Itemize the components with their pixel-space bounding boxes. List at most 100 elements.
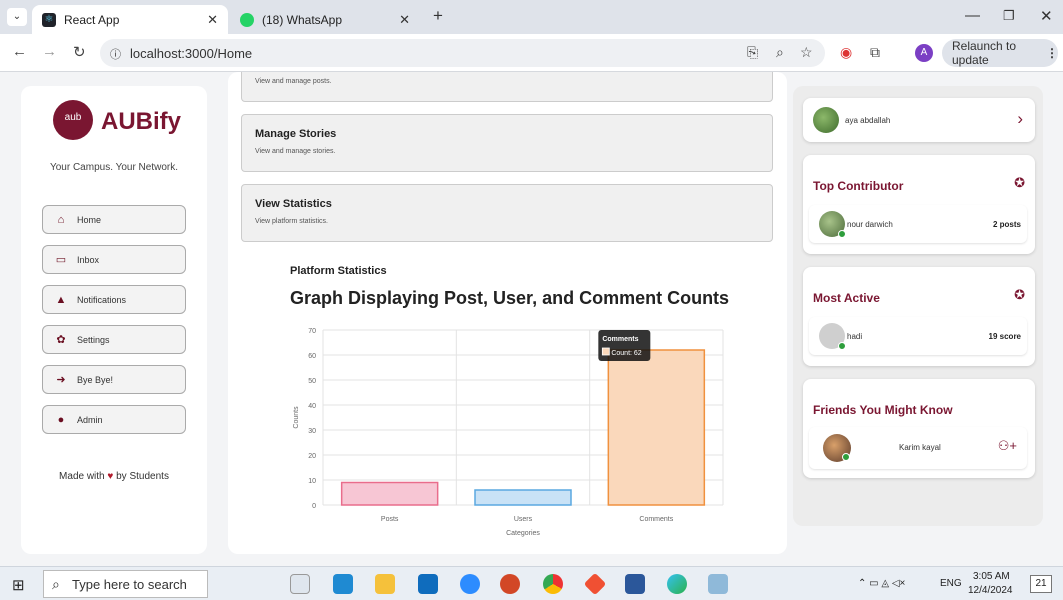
sidebar-item-admin[interactable]: ● Admin <box>42 405 186 434</box>
admin-icon: ● <box>57 413 65 426</box>
y-tick-label: 50 <box>308 378 316 385</box>
back-icon[interactable]: ← <box>12 43 27 60</box>
y-axis-label: Counts <box>293 406 300 429</box>
manage-stories-card[interactable]: Manage Stories View and manage stories. <box>241 114 773 172</box>
list-item[interactable]: hadi 19 score <box>809 317 1027 355</box>
close-tab-icon[interactable]: ✕ <box>399 12 410 28</box>
right-sidebar: aya abdallah › Top Contributor ✪ nour da… <box>793 86 1043 526</box>
zoom-icon[interactable] <box>460 574 480 594</box>
extension-color-icon[interactable]: ◉ <box>840 44 852 61</box>
active-user-name: hadi <box>847 332 863 341</box>
word-icon[interactable] <box>625 574 645 594</box>
gear-icon: ✿ <box>56 334 66 346</box>
tooltip-swatch <box>601 347 610 356</box>
clock-date[interactable]: 12/4/2024 <box>968 585 1013 596</box>
search-icon: ⌕ <box>52 576 60 592</box>
current-user-card[interactable]: aya abdallah › <box>803 98 1035 142</box>
sidebar-item-label: Notifications <box>77 294 127 305</box>
brand-name: AUBify <box>101 108 182 135</box>
close-tab-icon[interactable]: ✕ <box>207 12 218 28</box>
avatar <box>813 107 839 133</box>
online-indicator <box>838 230 846 238</box>
bar-users <box>474 489 572 506</box>
close-window-button[interactable]: ✕ <box>1040 7 1053 25</box>
card-title: View Statistics <box>255 198 332 210</box>
manage-posts-card[interactable]: View and manage posts. <box>241 72 773 102</box>
friends-suggestion-card: Friends You Might Know Karim kayal ⚇+ <box>803 379 1035 478</box>
bookmark-star-icon[interactable]: ☆ <box>800 44 813 61</box>
list-item[interactable]: nour darwich 2 posts <box>809 205 1027 243</box>
chrome-icon[interactable] <box>543 574 563 594</box>
x-axis-label: Categories <box>506 530 540 537</box>
relaunch-label: Relaunch to update <box>952 39 1017 67</box>
card-subtitle: View and manage posts. <box>255 78 332 85</box>
edge-icon[interactable] <box>667 574 687 594</box>
statistics-bar-chart: 0 10 20 30 40 50 60 70 Posts Users Comments Categor… <box>293 328 724 537</box>
search-placeholder: Type here to search <box>72 576 187 592</box>
site-info-icon[interactable]: ⓘ <box>110 46 121 62</box>
url-input[interactable]: ⓘ localhost:3000/Home <box>100 39 825 67</box>
tooltip-title: Comments <box>602 336 638 343</box>
tab-react-app[interactable]: ⚛ React App ✕ <box>32 5 228 34</box>
new-tab-button[interactable]: + <box>433 6 443 26</box>
restore-button[interactable]: ❐ <box>1003 8 1015 24</box>
zoom-icon[interactable]: ⌕ <box>776 44 784 61</box>
notepad-icon[interactable] <box>708 574 728 594</box>
footer-prefix: Made with <box>59 471 105 482</box>
sidebar-item-logout[interactable]: ➜ Bye Bye! <box>42 365 186 394</box>
sidebar-item-label: Admin <box>77 414 103 425</box>
tab-search-button[interactable]: ⌄ <box>7 8 27 26</box>
profile-avatar[interactable]: A <box>915 44 933 62</box>
current-user-name: aya abdallah <box>845 116 891 125</box>
vscode-icon[interactable] <box>333 574 353 594</box>
language-indicator[interactable]: ENG <box>940 578 962 589</box>
task-view-icon[interactable] <box>290 574 310 594</box>
extensions-icon[interactable]: ⧉ <box>870 44 880 61</box>
x-tick-label: Comments <box>639 516 673 523</box>
friends-heading: Friends You Might Know <box>813 403 953 417</box>
relaunch-button[interactable]: Relaunch to update ⋮ <box>942 39 1058 67</box>
reload-icon[interactable]: ↻ <box>73 43 86 61</box>
y-tick-label: 0 <box>312 503 316 510</box>
add-friend-icon[interactable]: ⚇+ <box>998 438 1017 454</box>
award-icon: ✪ <box>1014 175 1025 190</box>
sidebar-item-settings[interactable]: ✿ Settings <box>42 325 186 354</box>
notification-badge[interactable]: 21 <box>1030 575 1052 593</box>
outlook-icon[interactable] <box>418 574 438 594</box>
tray-icons[interactable]: ⌃ ▭ ◬ ◁× <box>858 578 905 589</box>
bell-icon: ▲ <box>55 293 67 306</box>
sidebar: aub AUBify Your Campus. Your Network. ⌂ … <box>21 86 207 554</box>
top-contributor-card: Top Contributor ✪ nour darwich 2 posts <box>803 155 1035 254</box>
address-bar: ← → ↻ ⓘ localhost:3000/Home ⎘ ⌕ ☆ ◉ ⧉ A … <box>0 34 1063 72</box>
minimize-button[interactable]: — <box>965 7 980 24</box>
list-item: Karim kayal ⚇+ <box>809 427 1027 469</box>
windows-start-icon[interactable]: ⊞ <box>12 576 25 594</box>
install-icon[interactable]: ⎘ <box>747 44 758 61</box>
url-text: localhost:3000/Home <box>130 45 253 61</box>
y-tick-label: 30 <box>308 428 316 435</box>
bar-comments <box>607 349 706 506</box>
clock-time[interactable]: 3:05 AM <box>973 571 1010 582</box>
more-icon[interactable]: ⋮ <box>1046 46 1058 60</box>
taskbar-search-input[interactable]: ⌕ Type here to search <box>43 570 208 598</box>
whatsapp-icon <box>240 12 254 27</box>
tab-whatsapp[interactable]: (18) WhatsApp ✕ <box>230 5 420 34</box>
view-statistics-card[interactable]: View Statistics View platform statistics… <box>241 184 773 242</box>
card-subtitle: View and manage stories. <box>255 148 336 155</box>
friend-name: Karim kayal <box>899 443 941 452</box>
tooltip-label: Count: 62 <box>611 350 641 357</box>
forward-icon[interactable]: → <box>42 43 57 60</box>
file-explorer-icon[interactable] <box>375 574 395 594</box>
contributor-posts: 2 posts <box>992 220 1021 229</box>
git-icon[interactable] <box>583 572 607 596</box>
tab-title: React App <box>64 12 120 27</box>
sidebar-item-inbox[interactable]: ▭ Inbox <box>42 245 186 274</box>
powerpoint-icon[interactable] <box>500 574 520 594</box>
chevron-right-icon[interactable]: › <box>1017 109 1023 129</box>
sidebar-item-label: Home <box>77 214 102 225</box>
sidebar-item-home[interactable]: ⌂ Home <box>42 205 186 234</box>
x-tick-label: Posts <box>381 516 399 523</box>
windows-taskbar: ⊞ ⌕ Type here to search ⌃ ▭ ◬ ◁× ENG 3:0… <box>0 566 1063 600</box>
sidebar-item-notifications[interactable]: ▲ Notifications <box>42 285 186 314</box>
online-indicator <box>842 453 850 461</box>
